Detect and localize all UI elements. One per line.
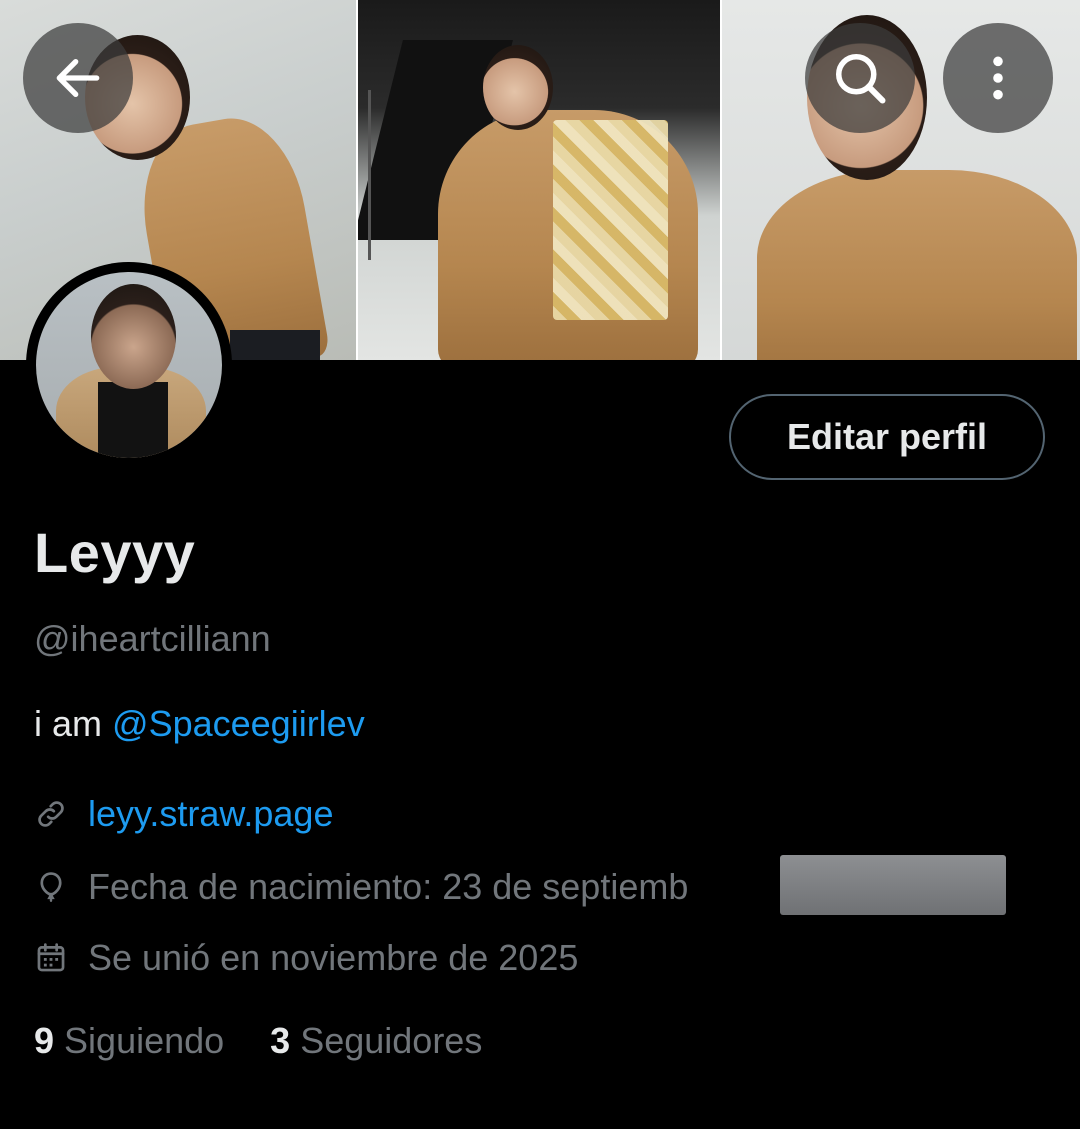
more-options-button[interactable] bbox=[943, 23, 1053, 133]
bio: i am @Spaceegiirlev bbox=[34, 703, 365, 745]
banner-photo-2 bbox=[357, 0, 721, 360]
back-button[interactable] bbox=[23, 23, 133, 133]
link-icon bbox=[34, 797, 68, 831]
display-name: Leyyy bbox=[34, 521, 196, 584]
arrow-left-icon bbox=[56, 58, 100, 98]
followers-label: Seguidores bbox=[300, 1020, 483, 1061]
website-link[interactable]: leyy.straw.page bbox=[88, 793, 333, 835]
bio-mention-link[interactable]: @Spaceegiirlev bbox=[112, 703, 365, 744]
following-link[interactable]: 9 Siguiendo bbox=[34, 1020, 224, 1062]
follow-stats: 9 Siguiendo 3 Seguidores bbox=[34, 1020, 528, 1062]
joined-row: Se unió en noviembre de 2025 bbox=[34, 937, 578, 979]
balloon-icon bbox=[34, 870, 68, 904]
search-icon bbox=[836, 54, 886, 104]
followers-link[interactable]: 3 Seguidores bbox=[270, 1020, 482, 1062]
followers-count: 3 bbox=[270, 1020, 291, 1061]
more-vertical-icon bbox=[993, 56, 1003, 100]
avatar[interactable] bbox=[26, 262, 232, 468]
search-button[interactable] bbox=[805, 23, 915, 133]
following-label: Siguiendo bbox=[64, 1020, 225, 1061]
edit-profile-button[interactable]: Editar perfil bbox=[729, 394, 1045, 480]
calendar-icon bbox=[34, 941, 68, 975]
website-row: leyy.straw.page bbox=[34, 793, 333, 835]
redaction-box bbox=[780, 855, 1006, 915]
handle: @iheartcilliann bbox=[34, 618, 271, 659]
birthdate-row: Fecha de nacimiento: 23 de septiemb bbox=[34, 866, 688, 908]
bio-text: i am bbox=[34, 703, 103, 744]
following-count: 9 bbox=[34, 1020, 55, 1061]
birthdate-text: Fecha de nacimiento: 23 de septiemb bbox=[88, 866, 689, 907]
avatar-image bbox=[36, 272, 222, 458]
joined-text: Se unió en noviembre de 2025 bbox=[88, 937, 579, 978]
